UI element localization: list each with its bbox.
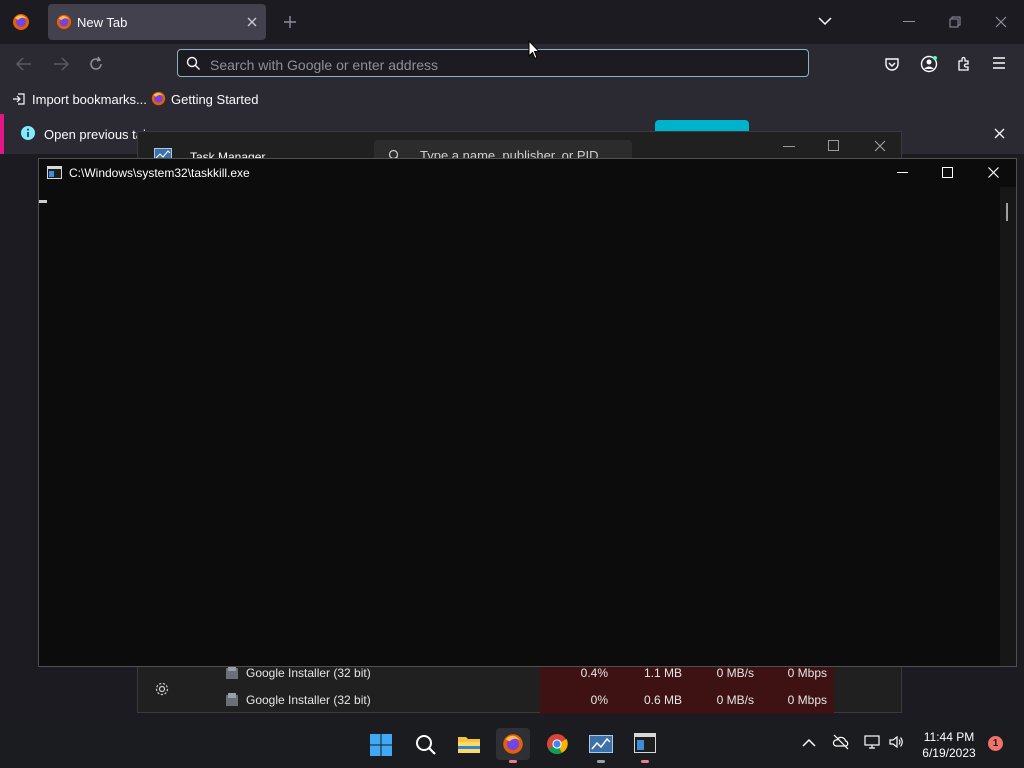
system-clock[interactable]: 11:44 PM 6/19/2023 xyxy=(914,729,984,761)
task-manager-icon xyxy=(589,735,613,753)
volume-icon[interactable] xyxy=(888,734,904,750)
show-hidden-icons-chevron-icon[interactable] xyxy=(802,738,816,747)
console-icon xyxy=(634,733,656,753)
table-row[interactable]: Google Installer (32 bit) 0% 0.6 MB 0 MB… xyxy=(138,687,903,714)
minimize-icon[interactable] xyxy=(903,21,915,23)
bookmarks-toolbar: Import bookmarks... Getting Started xyxy=(0,84,1024,114)
tm-close-icon[interactable] xyxy=(874,140,886,152)
firefox-tab-bar: New Tab xyxy=(0,0,1024,44)
process-memory: 0.6 MB xyxy=(643,693,682,707)
address-bar[interactable]: Search with Google or enter address xyxy=(177,49,809,77)
account-icon[interactable] xyxy=(920,55,938,73)
chrome-icon xyxy=(547,734,568,755)
info-icon xyxy=(20,125,36,141)
console-title: C:\Windows\system32\taskkill.exe xyxy=(69,166,250,180)
restore-icon[interactable] xyxy=(949,16,961,28)
new-tab-plus-icon[interactable] xyxy=(283,15,297,29)
list-tabs-chevron-icon[interactable] xyxy=(818,16,832,26)
import-icon xyxy=(12,92,26,106)
start-button[interactable] xyxy=(364,728,398,760)
network-icon[interactable] xyxy=(864,734,880,750)
firefox-tab-icon xyxy=(56,14,72,30)
infobar-close-icon[interactable] xyxy=(994,128,1005,139)
running-indicator xyxy=(597,760,605,763)
taskbar-firefox[interactable] xyxy=(496,728,530,763)
taskbar-chrome[interactable] xyxy=(540,728,574,760)
process-network: 0 Mbps xyxy=(787,693,827,707)
firefox-icon xyxy=(503,734,523,754)
process-disk: 0 MB/s xyxy=(716,666,754,680)
process-memory: 1.1 MB xyxy=(643,666,682,680)
back-icon[interactable] xyxy=(16,57,32,71)
search-icon xyxy=(186,56,201,71)
process-cpu: 0.4% xyxy=(580,666,608,680)
console-title-bar[interactable]: C:\Windows\system32\taskkill.exe xyxy=(39,159,1016,187)
pocket-icon[interactable] xyxy=(884,56,900,72)
onedrive-offline-icon[interactable] xyxy=(832,734,850,750)
firefox-bookmark-icon xyxy=(151,91,166,106)
taskbar-console[interactable] xyxy=(628,728,662,763)
process-name: Google Installer (32 bit) xyxy=(246,693,371,707)
windows-taskbar: 11:44 PM 6/19/2023 1 xyxy=(0,720,1024,768)
process-cpu: 0% xyxy=(590,693,608,707)
taskbar-task-manager[interactable] xyxy=(584,728,618,763)
clock-date: 6/19/2023 xyxy=(922,746,976,760)
bookmark-label: Getting Started xyxy=(171,92,259,107)
installer-app-icon xyxy=(224,665,240,681)
infobar-message: Open previous tal xyxy=(44,127,146,142)
address-bar-placeholder: Search with Google or enter address xyxy=(210,57,439,73)
clock-time: 11:44 PM xyxy=(923,730,975,744)
running-indicator xyxy=(509,760,517,763)
close-tab-icon[interactable] xyxy=(246,16,258,28)
scrollbar-thumb[interactable] xyxy=(1006,203,1008,221)
console-scrollbar[interactable] xyxy=(1000,187,1016,666)
windows-logo-icon xyxy=(370,734,392,756)
folder-icon xyxy=(458,737,480,753)
process-disk: 0 MB/s xyxy=(716,693,754,707)
reload-icon[interactable] xyxy=(88,56,104,72)
forward-icon[interactable] xyxy=(53,57,69,71)
bookmark-label: Import bookmarks... xyxy=(32,92,147,107)
menu-hamburger-icon[interactable] xyxy=(992,57,1006,69)
text-cursor xyxy=(39,200,47,203)
console-window: C:\Windows\system32\taskkill.exe xyxy=(38,158,1017,667)
tm-maximize-icon[interactable] xyxy=(828,140,839,151)
search-icon xyxy=(416,735,436,755)
firefox-menu-icon[interactable] xyxy=(12,13,30,31)
mouse-pointer-icon xyxy=(528,40,540,60)
extensions-icon[interactable] xyxy=(956,56,972,72)
tab-new-tab[interactable]: New Tab xyxy=(48,4,266,40)
console-app-icon xyxy=(47,166,62,179)
taskbar-file-explorer[interactable] xyxy=(452,728,486,760)
process-network: 0 Mbps xyxy=(787,666,827,680)
running-indicator xyxy=(641,760,649,763)
close-window-icon[interactable] xyxy=(995,16,1007,28)
tm-minimize-icon[interactable] xyxy=(783,146,795,148)
console-maximize-icon[interactable] xyxy=(942,167,953,178)
installer-app-icon xyxy=(224,692,240,708)
console-minimize-icon[interactable] xyxy=(897,172,908,174)
process-name: Google Installer (32 bit) xyxy=(246,666,371,680)
tab-title: New Tab xyxy=(77,15,128,30)
taskbar-search-button[interactable] xyxy=(408,728,442,760)
console-close-icon[interactable] xyxy=(988,167,999,178)
notification-badge[interactable]: 1 xyxy=(988,736,1003,751)
